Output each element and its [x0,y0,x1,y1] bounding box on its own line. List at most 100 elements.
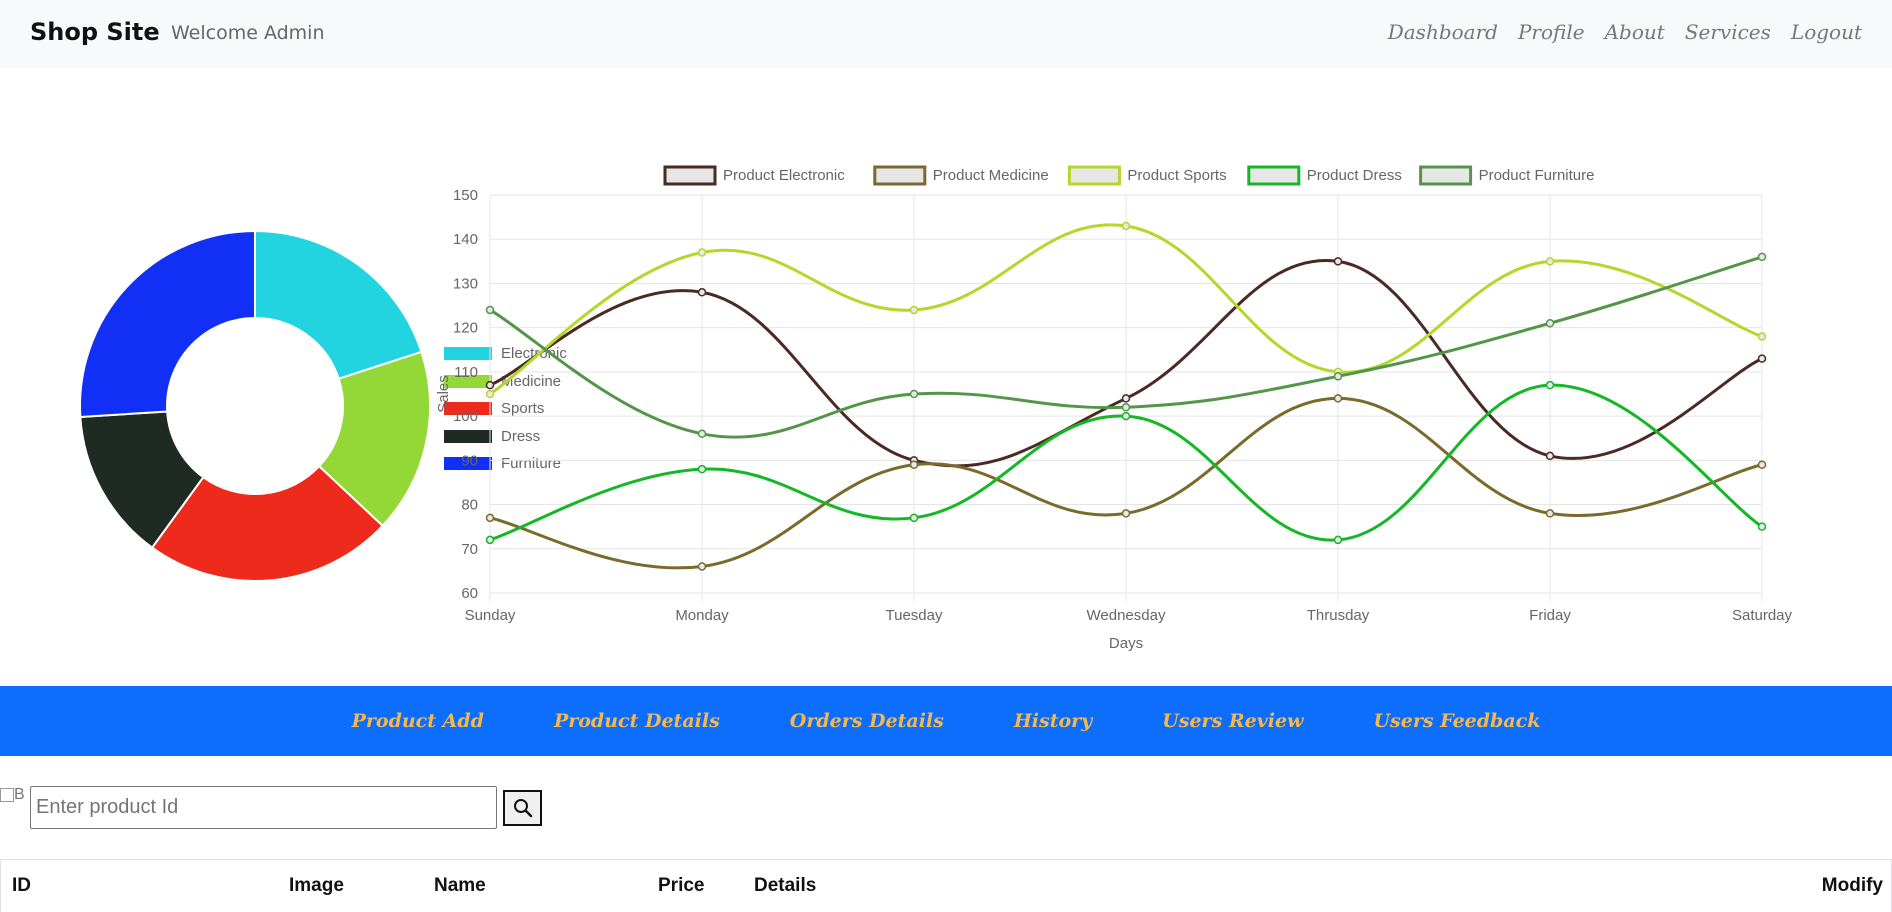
x-tick-label: Tuesday [886,607,943,624]
y-tick-label: 130 [453,275,478,292]
data-point-product-medicine [1545,509,1555,518]
legend-swatch [1067,165,1121,186]
data-point-product-sports [1757,332,1767,341]
column-header-price: Price [658,875,705,896]
broken-image-icon: B [0,786,28,806]
y-tick-label: 80 [461,497,478,514]
data-point-product-medicine [909,460,919,470]
welcome-text: Welcome Admin [171,22,325,44]
data-point-product-sports [485,389,495,399]
data-point-product-sports [1545,257,1555,266]
nav-logout-link[interactable]: Logout [1791,20,1862,44]
legend-label: Product Furniture [1479,167,1595,184]
x-tick-label: Sunday [465,607,516,624]
top-navbar: Shop Site Welcome Admin Dashboard Profil… [0,0,1892,68]
nav-dashboard-link[interactable]: Dashboard [1388,20,1498,44]
data-point-product-dress [1545,380,1555,390]
data-point-product-sports [697,248,707,257]
line-chart: 60 70 80 90 100 110 120 130 140 150 Sunday Monday Tu… [420,150,1820,670]
column-header-id: ID [12,875,31,896]
legend-label: Product Electronic [723,167,845,184]
data-point-product-dress [1757,522,1767,531]
x-tick-label: Wednesday [1087,607,1166,624]
data-point-product-furniture [485,305,495,315]
y-tick-label: 140 [453,231,478,248]
data-point-product-dress [1121,411,1131,421]
data-point-product-sports [909,305,919,315]
y-tick-label: 100 [453,408,478,425]
x-tick-label: Saturday [1732,607,1793,624]
column-header-image: Image [289,875,344,896]
legend-label: Product Dress [1307,167,1402,184]
y-axis-title: Sales [435,375,452,413]
data-point-product-dress [697,464,707,474]
broken-image-alt: B [14,786,25,803]
data-point-product-electronic [485,380,495,390]
nav-about-link[interactable]: About [1605,20,1665,44]
legend-swatch [1419,165,1473,186]
search-icon [513,799,532,818]
data-point-product-electronic [1545,451,1555,461]
y-tick-label: 150 [453,187,478,204]
y-tick-label: 120 [453,320,478,337]
x-tick-label: Monday [675,607,729,624]
line-legend-item-product-medicine[interactable]: Product Medicine [873,165,1049,186]
donut-slice-furniture [79,229,256,419]
legend-label: Product Sports [1127,167,1226,184]
line-legend-item-product-furniture[interactable]: Product Furniture [1419,165,1595,186]
tab-product-details[interactable]: Product Details [554,710,720,732]
data-point-product-electronic [1333,257,1343,266]
legend-label: Product Medicine [933,167,1049,184]
legend-swatch [663,165,717,186]
data-point-product-furniture [1545,318,1555,328]
x-axis-title: Days [1109,635,1143,652]
y-tick-label: 60 [461,585,478,602]
tab-users-review[interactable]: Users Review [1162,710,1303,732]
legend-swatch [1247,165,1301,186]
data-point-product-electronic [1121,394,1131,403]
data-point-product-furniture [909,389,919,399]
products-table-header: ID Image Name Price Details Modify [0,859,1892,912]
data-point-product-medicine [1757,460,1767,470]
product-id-search-input[interactable] [30,786,497,829]
data-point-product-medicine [1333,394,1343,403]
nav-services-link[interactable]: Services [1685,20,1771,44]
nav-links: Dashboard Profile About Services Logout [1388,20,1862,44]
data-point-product-furniture [697,429,707,439]
line-legend-item-product-dress[interactable]: Product Dress [1247,165,1402,186]
data-point-product-furniture [1333,372,1343,381]
column-header-modify: Modify [1821,875,1883,896]
column-header-details: Details [754,875,817,896]
data-point-product-dress [485,535,495,545]
tab-history[interactable]: History [1014,710,1092,732]
data-point-product-sports [1121,221,1131,231]
tab-product-add[interactable]: Product Add [352,710,484,732]
data-point-product-medicine [697,562,707,571]
y-tick-label: 70 [461,541,478,558]
x-tick-label: Friday [1529,607,1571,624]
tab-orders-details[interactable]: Orders Details [790,710,944,732]
data-point-product-electronic [1757,354,1767,363]
admin-tab-bar: Product Add Product Details Orders Detai… [0,686,1892,756]
search-button[interactable] [503,790,542,826]
y-tick-label: 110 [454,364,478,381]
x-tick-label: Thrusday [1307,607,1370,624]
data-point-product-dress [1333,535,1343,545]
data-point-product-furniture [1757,252,1767,262]
column-header-name: Name [434,875,486,896]
donut-slice-electronic [254,229,423,381]
tab-users-feedback[interactable]: Users Feedback [1373,710,1540,732]
data-point-product-dress [909,513,919,523]
data-point-product-medicine [1121,509,1131,518]
doughnut-chart-svg [79,229,431,582]
line-legend-item-product-sports[interactable]: Product Sports [1067,165,1227,186]
y-tick-label: 90 [461,452,478,469]
legend-swatch [873,165,927,186]
data-point-product-medicine [485,513,495,523]
line-chart-svg: 60 70 80 90 100 110 120 130 140 150 Sunday Monday Tu… [435,165,1793,652]
data-point-product-furniture [1121,403,1131,412]
nav-profile-link[interactable]: Profile [1518,20,1585,44]
data-point-product-electronic [697,288,707,297]
line-legend-item-product-electronic[interactable]: Product Electronic [663,165,845,186]
brand-logo[interactable]: Shop Site [30,18,160,46]
